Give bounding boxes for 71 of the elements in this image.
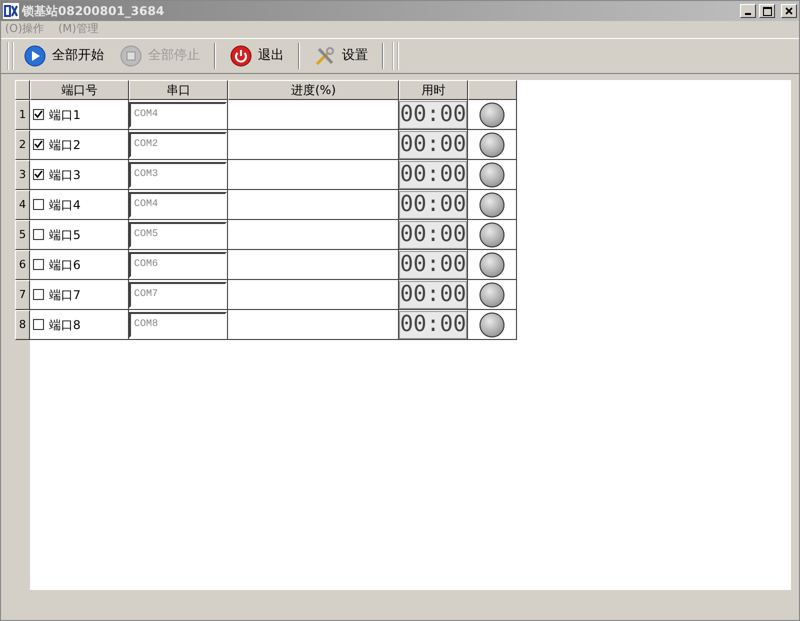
- maximize-button[interactable]: [759, 4, 775, 18]
- time-display: 00:00: [399, 190, 468, 218]
- serial-field[interactable]: COM2: [129, 132, 227, 158]
- toolbar-grip[interactable]: [7, 42, 14, 70]
- row-number: 8: [15, 310, 30, 340]
- column-header: 端口号: [30, 80, 129, 100]
- window-title: 锁基站08200801_3684: [22, 3, 164, 20]
- time-display: 00:00: [399, 310, 468, 338]
- status-indicator-icon: [479, 102, 505, 128]
- stop-icon: [120, 45, 142, 67]
- menu-item[interactable]: (M)管理: [58, 21, 98, 38]
- close-icon: [785, 7, 793, 15]
- checkbox[interactable]: [33, 199, 44, 210]
- checkbox[interactable]: [33, 259, 44, 270]
- port-label: 端口8: [49, 316, 81, 334]
- time-display: 00:00: [399, 250, 468, 278]
- status-indicator-icon: [479, 162, 505, 188]
- status-indicator-icon: [479, 192, 505, 218]
- port-label: 端口2: [49, 136, 81, 154]
- serial-field[interactable]: COM4: [129, 192, 227, 218]
- toolbar-button[interactable]: 设置: [308, 43, 374, 69]
- row-number: 2: [15, 130, 30, 160]
- status-indicator-icon: [479, 252, 505, 278]
- time-display: 00:00: [399, 100, 468, 128]
- column-header: 串口: [129, 80, 228, 100]
- power-icon: [230, 45, 252, 67]
- serial-field[interactable]: COM5: [129, 222, 227, 248]
- close-button[interactable]: [781, 4, 797, 18]
- status-indicator-icon: [479, 222, 505, 248]
- port-label: 端口1: [49, 106, 81, 124]
- serial-field[interactable]: COM7: [129, 282, 227, 308]
- tools-icon: [314, 45, 336, 67]
- port-label: 端口6: [49, 256, 81, 274]
- time-display: 00:00: [399, 130, 468, 158]
- checkbox[interactable]: [33, 229, 44, 240]
- row-number: 7: [15, 280, 30, 310]
- column-header: 用时: [399, 80, 468, 100]
- serial-field[interactable]: COM8: [129, 312, 227, 338]
- checkbox[interactable]: [33, 169, 44, 180]
- status-indicator-icon: [479, 282, 505, 308]
- menu-item[interactable]: (O)操作: [5, 21, 44, 38]
- checkbox[interactable]: [33, 139, 44, 150]
- serial-field[interactable]: COM4: [129, 102, 227, 128]
- row-number: 6: [15, 250, 30, 280]
- port-label: 端口5: [49, 226, 81, 244]
- column-header: 进度(%): [228, 80, 399, 100]
- toolbar-button[interactable]: 全部开始: [18, 43, 110, 69]
- status-indicator-icon: [479, 312, 505, 338]
- checkbox[interactable]: [33, 109, 44, 120]
- toolbar-grip[interactable]: [392, 42, 399, 70]
- play-icon: [24, 45, 46, 67]
- port-label: 端口4: [49, 196, 81, 214]
- time-display: 00:00: [399, 160, 468, 188]
- row-number: 3: [15, 160, 30, 190]
- checkbox[interactable]: [33, 319, 44, 330]
- time-display: 00:00: [399, 280, 468, 308]
- app-logo-icon: [3, 3, 19, 19]
- time-display: 00:00: [399, 220, 468, 248]
- port-label: 端口7: [49, 286, 81, 304]
- status-indicator-icon: [479, 132, 505, 158]
- toolbar-button[interactable]: 退出: [224, 43, 290, 69]
- row-number: 1: [15, 100, 30, 130]
- row-number: 5: [15, 220, 30, 250]
- serial-field[interactable]: COM3: [129, 162, 227, 188]
- minimize-button[interactable]: [740, 4, 756, 18]
- port-label: 端口3: [49, 166, 81, 184]
- checkbox[interactable]: [33, 289, 44, 300]
- row-number: 4: [15, 190, 30, 220]
- maximize-icon: [762, 6, 772, 16]
- corner-header: [15, 80, 30, 100]
- serial-field[interactable]: COM6: [129, 252, 227, 278]
